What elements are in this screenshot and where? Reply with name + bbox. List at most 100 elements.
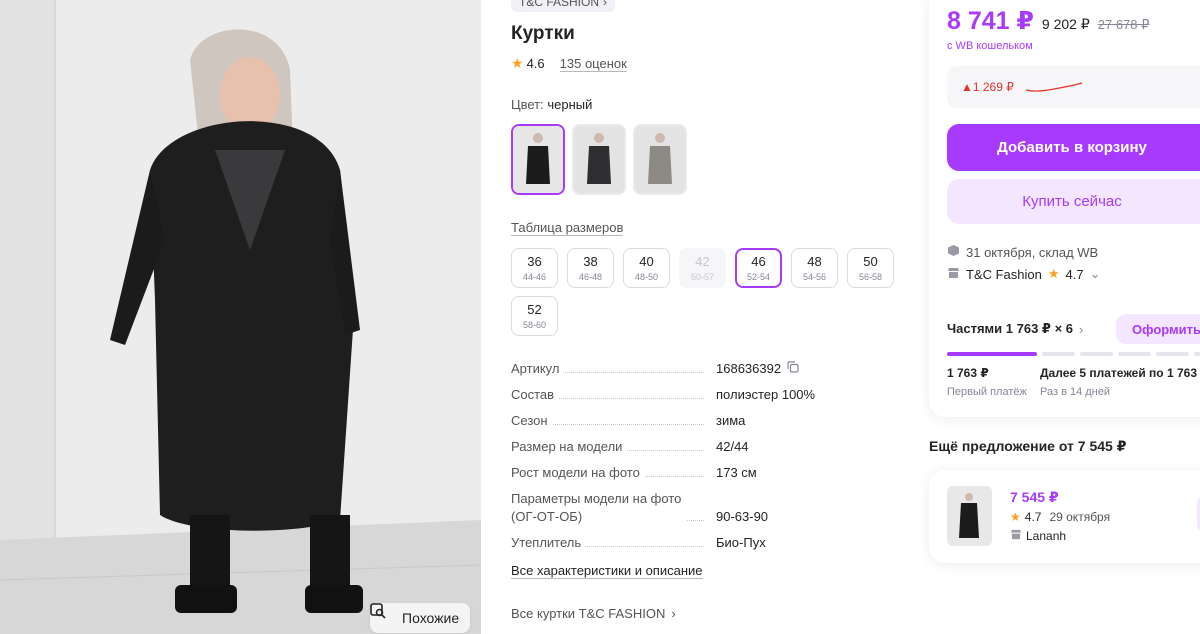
other-offer-card[interactable]: 7 545 ₽ ★ 4.7 29 октября Lananh	[929, 470, 1200, 563]
spec-value: 90-63-90	[716, 508, 768, 526]
size-eu: 48-50	[634, 271, 659, 282]
chevron-right-icon: ›	[671, 606, 676, 621]
spec-key: Сезон	[511, 412, 716, 430]
spec-key: Размер на модели	[511, 438, 716, 456]
rating-value: 4.6	[526, 56, 545, 71]
offer-date: 29 октября	[1049, 510, 1111, 524]
similar-label: Похожие	[402, 610, 460, 626]
size-ru: 42	[695, 253, 710, 269]
price-history[interactable]: ▲1 269 ₽	[947, 66, 1200, 108]
progress-segment	[1080, 352, 1113, 356]
price-change: ▲1 269 ₽	[961, 80, 1014, 94]
delivery-info: 31 октября, склад WB	[947, 244, 1098, 260]
spec-key-text: Артикул	[511, 360, 564, 378]
spec-row: Утеплитель Био-Пух	[511, 534, 901, 552]
copy-icon[interactable]	[787, 360, 799, 378]
offer-rating: ★ 4.7 29 октября	[1010, 510, 1110, 524]
spec-key-text: Состав	[511, 386, 559, 404]
size-eu: 50-57	[690, 271, 715, 282]
product-title: Куртки	[511, 23, 575, 44]
size-option-48[interactable]: 48 54-56	[791, 248, 838, 288]
size-option-50[interactable]: 50 56-58	[847, 248, 894, 288]
price-old: 27 678 ₽	[1097, 17, 1150, 32]
installments-link[interactable]: Частями 1 763 ₽ × 6 ›	[947, 321, 1083, 337]
color-thumb-black[interactable]	[511, 124, 565, 195]
wallet-note: с WB кошельком	[947, 40, 1033, 52]
installments-button[interactable]: Оформить	[1116, 314, 1200, 344]
brand-name: T&C FASHION	[519, 0, 600, 9]
size-selector: 36 44-46 38 46-48 40 48-50 42 50-57 46 52-54 48 54-…	[511, 248, 901, 336]
spec-key: Рост модели на фото	[511, 464, 716, 482]
next-payments-caption: Раз в 14 дней	[1040, 386, 1111, 398]
progress-segment	[1042, 352, 1075, 356]
next-payments-amount: Далее 5 платежей по 1 763 ₽	[1040, 366, 1200, 380]
price-secondary: 9 202 ₽	[1041, 16, 1090, 32]
all-characteristics-link[interactable]: Все характеристики и описание	[511, 563, 703, 579]
product-photo[interactable]: Похожие	[0, 0, 481, 634]
installments-label: Частями 1 763 ₽ × 6	[947, 321, 1074, 336]
size-table-link[interactable]: Таблица размеров	[511, 220, 624, 236]
size-option-40[interactable]: 40 48-50	[623, 248, 670, 288]
box-icon	[947, 244, 960, 260]
spec-value: зима	[716, 412, 745, 430]
buy-now-button[interactable]: Купить сейчас	[947, 179, 1200, 224]
specs-list: Артикул 168636392 Состав полиэстер 100% Сезо…	[511, 360, 901, 552]
price-main: 8 741 ₽	[947, 7, 1034, 35]
add-to-cart-button[interactable]: Добавить в корзину	[947, 124, 1200, 171]
size-option-52[interactable]: 52 58-60	[511, 296, 558, 336]
all-brand-link[interactable]: Все куртки T&C FASHION ›	[511, 606, 676, 621]
spec-value: 173 см	[716, 464, 757, 482]
spec-value-text: 90-63-90	[716, 509, 769, 524]
progress-segment	[1118, 352, 1151, 356]
spec-key-text: Рост модели на фото	[511, 464, 644, 482]
color-thumb-dark-grey[interactable]	[572, 124, 626, 195]
spec-key-text: Утеплитель	[511, 534, 586, 552]
spec-key: Артикул	[511, 360, 716, 378]
color-value: черный	[547, 97, 593, 112]
spec-row: Рост модели на фото 173 см	[511, 464, 901, 482]
progress-segment	[1194, 352, 1200, 356]
size-eu: 44-46	[522, 271, 547, 282]
delivery-text: 31 октября, склад WB	[966, 244, 1099, 260]
spec-row: Размер на модели 42/44	[511, 438, 901, 456]
size-ru: 52	[527, 301, 542, 317]
store-icon	[947, 267, 960, 282]
store-icon	[1010, 529, 1022, 543]
star-icon: ★	[1010, 510, 1021, 524]
other-offer-title: Ещё предложение от 7 545 ₽	[929, 438, 1127, 454]
offer-thumbnail	[947, 486, 992, 546]
spec-value-text: 42/44	[716, 439, 749, 454]
spec-row: Состав полиэстер 100%	[511, 386, 901, 404]
size-option-46[interactable]: 46 52-54	[735, 248, 782, 288]
color-label: Цвет: черный	[511, 97, 592, 112]
next-payments: Далее 5 платежей по 1 763 ₽ Раз в 14 дне…	[1040, 366, 1200, 398]
brand-chip[interactable]: T&C FASHION ›	[511, 0, 616, 12]
first-payment: 1 763 ₽ Первый платёж	[947, 366, 1027, 398]
first-payment-amount: 1 763 ₽	[947, 366, 989, 380]
progress-segment	[1156, 352, 1189, 356]
star-icon: ★	[1047, 266, 1060, 281]
similar-button[interactable]: Похожие	[370, 603, 470, 633]
installments-progress	[947, 352, 1200, 356]
offer-rating-value: 4.7	[1024, 510, 1042, 524]
spec-value-text: полиэстер 100%	[716, 387, 816, 402]
size-option-38[interactable]: 38 46-48	[567, 248, 614, 288]
buy-card: 8 741 ₽ 9 202 ₽ 27 678 ₽ с WB кошельком …	[929, 0, 1200, 417]
chevron-right-icon: ›	[1079, 321, 1084, 337]
color-thumb-grey[interactable]	[633, 124, 687, 195]
size-eu: 58-60	[522, 319, 547, 330]
size-eu: 46-48	[578, 271, 603, 282]
spec-key: Параметры модели на фото (ОГ-ОТ-ОБ)	[511, 490, 716, 526]
size-eu: 52-54	[746, 271, 771, 282]
star-icon: ★	[511, 55, 524, 71]
size-option-36[interactable]: 36 44-46	[511, 248, 558, 288]
seller-info[interactable]: T&C Fashion ★ 4.7 ⌄	[947, 266, 1101, 282]
reviews-link[interactable]: 135 оценок	[559, 56, 627, 72]
size-ru: 38	[583, 253, 598, 269]
chevron-down-icon: ⌄	[1089, 266, 1101, 281]
spec-value: 168636392	[716, 360, 799, 378]
spec-row: Параметры модели на фото (ОГ-ОТ-ОБ) 90-63…	[511, 490, 901, 526]
color-thumbnails	[511, 124, 687, 195]
offer-seller-name: Lananh	[1026, 529, 1067, 543]
spec-value-text: Био-Пух	[716, 535, 766, 550]
